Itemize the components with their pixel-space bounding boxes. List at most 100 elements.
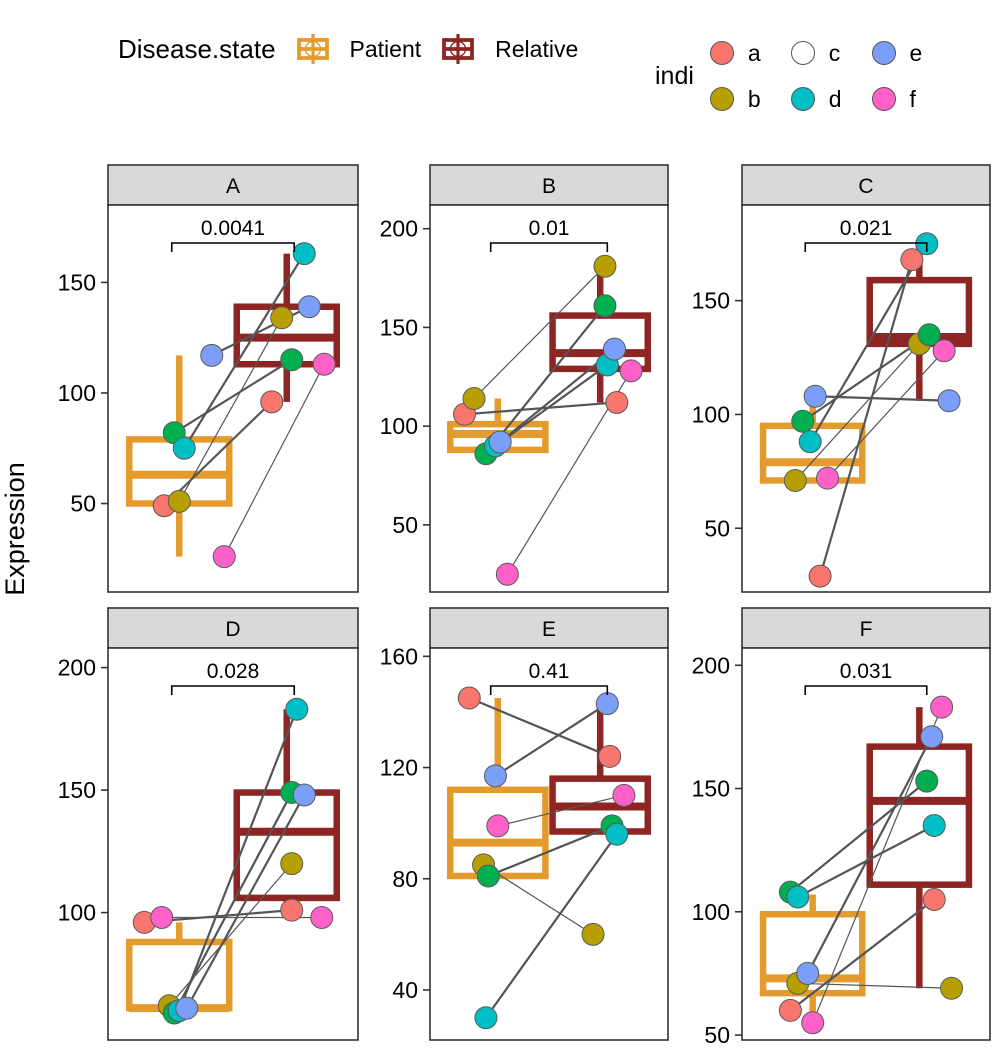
point-relative-f [310,906,334,929]
indi-dot-a-icon [709,41,734,65]
p-value-label: 0.41 [529,660,570,683]
point-patient-d [172,436,196,460]
point-patient-f [212,545,236,569]
legend-indi-item-f: f [871,85,923,113]
point-relative-b [270,306,294,330]
point-relative-f [932,339,956,363]
point-relative-e [297,295,321,319]
point-patient-a [808,564,832,588]
y-tick-label: 50 [392,512,418,538]
p-value-label: 0.021 [840,217,893,240]
indi-dot-f-icon [871,87,896,111]
point-patient-f [486,814,510,838]
point-relative-f [930,695,954,719]
facet-strip-label: B [542,175,556,198]
legend-key-relative [435,32,481,66]
p-value-label: 0.0041 [201,217,265,240]
y-tick-label: 50 [704,1022,730,1048]
legend-indi: indi a c e b d f [655,30,922,122]
point-patient-e [803,384,827,408]
legend-indi-item-a: a [709,39,761,67]
facet-panel-C: C 50 100 150 0.021 [692,164,991,593]
facet-strip-label: A [226,175,240,198]
point-patient-e [488,430,512,454]
point-relative-d [285,697,309,721]
point-patient-f [801,1011,825,1035]
y-tick-label: 200 [692,652,730,678]
legend-indi-label: c [828,39,841,66]
p-value-label: 0.031 [840,660,893,683]
facet-plot-area: A 50 100 150 0.0041 B 50 100 150 200 0.01 C 50 100 150… [58,164,991,1048]
point-patient-b [167,489,191,513]
facet-panel-A: A 50 100 150 0.0041 [58,164,359,593]
legend-indi-item-e: e [871,39,923,67]
figure-root: Disease.state Patient Relative indi a c e b… [0,0,998,1058]
point-relative-a [280,898,304,922]
y-tick-label: 100 [58,900,96,926]
y-tick-label: 200 [58,655,96,681]
boxplot-key-patient-icon [296,34,329,64]
point-relative-c [915,769,939,793]
point-patient-d [798,430,822,454]
y-tick-label: 100 [58,380,96,406]
legend-indi-item-b: b [709,85,761,113]
legend-indi-grid: a c e b d f [709,30,923,122]
y-tick-label: 100 [692,401,730,427]
point-relative-b [280,852,304,876]
point-patient-a [457,686,481,710]
facet-strip-label: F [860,618,873,641]
indi-dot-e-icon [871,41,896,65]
legend-indi-label: a [747,39,761,66]
y-tick-label: 150 [692,776,730,802]
point-patient-f [150,906,174,929]
point-patient-d [786,885,810,909]
facet-panel-B: B 50 100 150 200 0.01 [380,164,669,593]
legend-indi-label: f [909,85,916,112]
y-tick-label: 100 [380,413,418,439]
point-relative-f [312,352,336,376]
legend-indi-item-c: c [790,39,842,67]
point-relative-d [605,822,629,846]
facet-panel-F: F 50 100 150 200 0.031 [692,607,991,1048]
y-tick-label: 200 [380,216,418,242]
indi-dot-c-icon [790,41,815,65]
point-patient-e [483,764,507,788]
facet-panel-D: D 100 150 200 0.028 [58,607,359,1041]
point-relative-d [922,814,946,838]
legend-key-patient [290,32,336,66]
point-patient-d [474,1006,498,1030]
point-patient-e [200,343,224,367]
point-relative-e [602,337,626,361]
legend-label-relative: Relative [495,35,579,62]
point-relative-e [595,692,619,716]
point-patient-e [175,996,199,1020]
point-relative-b [940,976,964,1000]
facet-strip-label: D [225,618,240,641]
point-relative-b [593,254,617,278]
legend-indi-title: indi [655,61,694,90]
point-patient-c [791,409,815,433]
point-patient-b [462,387,486,410]
point-patient-e [796,961,820,985]
y-tick-label: 120 [380,755,418,781]
y-tick-label: 80 [392,866,418,892]
point-relative-e [292,783,316,807]
point-relative-e [920,725,944,749]
point-relative-c [593,294,617,318]
legend-indi-item-d: d [790,85,842,113]
legend-indi-label: e [909,39,923,66]
point-relative-a [605,390,629,414]
legend-indi-label: d [828,85,842,112]
legend-disease-state-title: Disease.state [118,33,276,64]
legend-disease-state: Disease.state Patient Relative [118,32,578,66]
y-tick-label: 150 [58,269,96,295]
p-value-label: 0.01 [529,217,570,240]
point-relative-f [619,359,643,383]
facet-strip-label: E [542,618,556,641]
boxplot-key-relative-icon [442,34,475,64]
legend-indi-label: b [747,85,761,112]
point-relative-f [612,783,636,807]
y-tick-label: 40 [392,977,418,1003]
point-relative-c [280,348,304,372]
point-patient-a [778,998,802,1022]
